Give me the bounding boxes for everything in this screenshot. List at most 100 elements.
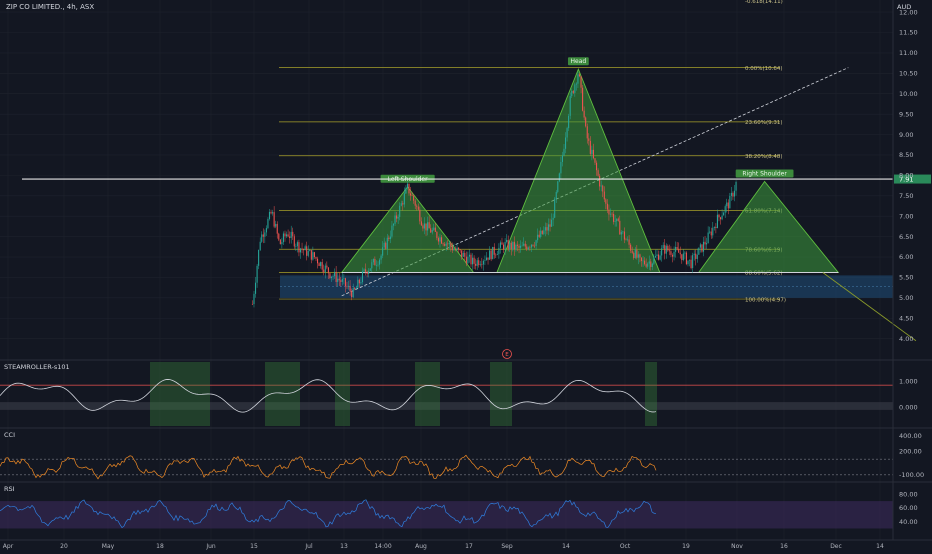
candle-body-83 — [380, 255, 382, 260]
candle-body-29 — [296, 242, 298, 247]
candle-body-277 — [681, 254, 683, 261]
candle-body-311 — [733, 190, 736, 197]
candle-body-106 — [416, 205, 418, 207]
candle-body-218 — [589, 140, 591, 154]
candle-body-18 — [279, 239, 281, 245]
rsi-title[interactable]: RSI — [4, 485, 15, 493]
candle-body-0 — [251, 303, 253, 305]
candle-body-207 — [572, 90, 574, 93]
candle-body-266 — [664, 245, 666, 254]
candle-body-13 — [272, 212, 274, 214]
candle-body-180 — [530, 244, 532, 248]
candle-body-110 — [422, 225, 424, 229]
fib-label-0: 0.00%(10.64) — [745, 66, 783, 72]
candle-body-146 — [478, 260, 480, 266]
candle-body-52 — [332, 276, 334, 277]
candle-body-189 — [544, 227, 546, 231]
candle-body-181 — [532, 244, 534, 246]
chart-stage: 0.00%(10.64)23.60%(9.31)38.20%(8.48)61.8… — [0, 0, 932, 550]
candle-body-24 — [289, 236, 291, 238]
candle-body-32 — [301, 248, 303, 250]
candle-body-44 — [320, 262, 322, 266]
candle-body-149 — [482, 260, 484, 265]
candle-body-235 — [616, 218, 618, 222]
candle-body-128 — [450, 243, 452, 247]
candle-body-304 — [723, 212, 725, 216]
candle-body-302 — [719, 217, 722, 220]
candle-body-108 — [419, 209, 421, 222]
candle-body-243 — [628, 239, 630, 245]
candle-body-98 — [403, 193, 405, 205]
chart-title[interactable]: ZIP CO LIMITED., 4h, ASX — [6, 3, 94, 11]
candle-body-299 — [715, 226, 717, 228]
candle-body-49 — [327, 267, 329, 274]
price-unit: AUD — [897, 3, 912, 11]
candle-body-60 — [344, 278, 346, 287]
candle-body-201 — [563, 148, 565, 156]
candle-body-153 — [489, 250, 491, 260]
candle-body-270 — [670, 251, 672, 255]
candle-body-116 — [431, 230, 433, 233]
candle-body-177 — [526, 246, 528, 250]
candle-body-160 — [499, 242, 501, 248]
steam-tick-1: 0.000 — [899, 404, 918, 412]
candle-body-111 — [423, 223, 426, 229]
candle-body-202 — [564, 137, 567, 149]
price-tick-15: 11.50 — [899, 29, 918, 37]
candle-body-249 — [637, 254, 639, 258]
steam-zone-4 — [490, 362, 512, 426]
price-tick-5: 6.50 — [899, 233, 913, 241]
candle-body-38 — [310, 250, 312, 260]
candle-body-244 — [630, 244, 632, 251]
candle-body-72 — [363, 269, 365, 272]
candle-body-273 — [675, 247, 677, 252]
candle-body-263 — [659, 255, 661, 260]
candle-body-267 — [665, 245, 667, 254]
cci-title[interactable]: CCI — [4, 431, 15, 439]
candle-body-232 — [611, 213, 613, 215]
steamroller-title[interactable]: STEAMROLLER-s101 — [4, 363, 70, 371]
fib-label-2: 38.20%(8.48) — [745, 154, 783, 160]
candle-body-84 — [382, 247, 384, 256]
candle-body-237 — [619, 220, 621, 235]
candle-body-2 — [254, 282, 257, 294]
candle-body-165 — [507, 239, 509, 250]
candle-body-150 — [484, 260, 486, 261]
candle-body-20 — [282, 233, 284, 243]
candle-body-255 — [647, 263, 649, 267]
candle-body-130 — [453, 249, 455, 251]
candle-body-259 — [653, 257, 655, 264]
candle-body-210 — [577, 74, 579, 84]
candle-body-275 — [678, 248, 680, 253]
candle-body-308 — [729, 195, 731, 209]
candle-body-140 — [468, 254, 470, 257]
candle-body-204 — [568, 115, 570, 129]
time-tick-18: 14 — [876, 543, 884, 550]
candle-body-63 — [349, 285, 351, 292]
candle-body-268 — [667, 245, 669, 251]
candle-body-297 — [712, 227, 714, 236]
candle-body-152 — [487, 257, 489, 260]
candle-body-136 — [462, 252, 464, 257]
candle-body-208 — [574, 84, 576, 93]
candle-body-147 — [479, 264, 481, 266]
candle-body-138 — [465, 256, 467, 264]
candle-body-144 — [475, 263, 477, 266]
candle-body-129 — [451, 246, 453, 251]
candle-body-71 — [361, 271, 364, 283]
steam-zone-5 — [645, 362, 657, 426]
time-tick-4: Jun — [205, 543, 216, 550]
candle-body-154 — [490, 250, 492, 260]
candle-body-174 — [521, 245, 523, 247]
candle-body-228 — [605, 199, 607, 204]
price-tick-7: 7.50 — [899, 192, 913, 200]
candle-body-240 — [623, 231, 625, 240]
symbol-name: ZIP CO LIMITED. — [6, 3, 63, 11]
candle-body-151 — [485, 257, 488, 261]
candle-body-175 — [523, 243, 525, 246]
candle-body-307 — [727, 202, 729, 209]
candle-body-155 — [492, 246, 494, 260]
candle-body-59 — [343, 278, 345, 279]
candle-body-258 — [651, 263, 653, 267]
candle-body-8 — [264, 232, 266, 237]
